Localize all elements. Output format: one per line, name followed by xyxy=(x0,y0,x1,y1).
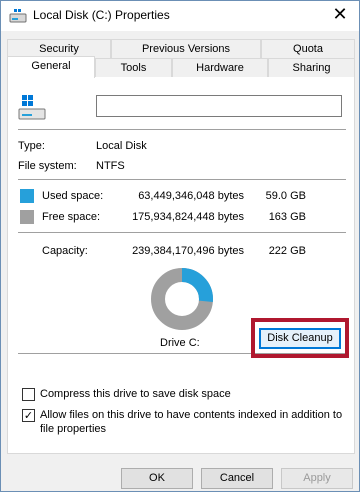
divider xyxy=(18,232,346,233)
free-space-size: 163 GB xyxy=(268,211,306,223)
drive-icon xyxy=(9,9,27,23)
capacity-size: 222 GB xyxy=(268,245,306,257)
drive-label: Drive C: xyxy=(160,337,200,349)
tab-previous-versions[interactable]: Previous Versions xyxy=(111,39,261,58)
drive-large-icon xyxy=(18,95,46,120)
divider xyxy=(18,179,346,180)
free-space-label: Free space: xyxy=(42,211,101,223)
capacity-label: Capacity: xyxy=(42,245,88,257)
tab-row-bottom: General Tools Hardware Sharing xyxy=(7,56,355,78)
cancel-button[interactable]: Cancel xyxy=(201,468,273,489)
used-space-label: Used space: xyxy=(42,190,104,202)
free-space-bytes: 175,934,824,448 bytes xyxy=(132,211,244,223)
type-label: Type: xyxy=(18,140,45,152)
drive-name-input[interactable] xyxy=(96,95,342,117)
type-value: Local Disk xyxy=(96,140,147,152)
tab-general[interactable]: General xyxy=(7,56,95,78)
disk-cleanup-button[interactable]: Disk Cleanup xyxy=(259,328,341,349)
tab-sharing[interactable]: Sharing xyxy=(268,58,355,77)
tab-quota[interactable]: Quota xyxy=(261,39,355,58)
divider xyxy=(18,129,346,130)
title-bar[interactable]: Local Disk (C:) Properties ✕ xyxy=(1,1,359,31)
ok-button[interactable]: OK xyxy=(121,468,193,489)
compress-checkbox[interactable] xyxy=(22,388,35,401)
general-panel: Type: Local Disk File system: NTFS Used … xyxy=(7,76,355,454)
index-label-line1: Allow files on this drive to have conten… xyxy=(40,409,343,421)
disk-usage-donut xyxy=(151,268,213,330)
capacity-bytes: 239,384,170,496 bytes xyxy=(132,245,244,257)
used-space-swatch xyxy=(20,189,34,203)
filesystem-label: File system: xyxy=(18,160,77,172)
window-title: Local Disk (C:) Properties xyxy=(33,8,170,22)
tab-tools[interactable]: Tools xyxy=(95,58,172,77)
compress-label: Compress this drive to save disk space xyxy=(40,388,231,400)
used-space-size: 59.0 GB xyxy=(265,190,306,202)
used-space-bytes: 63,449,346,048 bytes xyxy=(138,190,244,202)
index-label-line2: file properties xyxy=(40,423,107,435)
tab-hardware[interactable]: Hardware xyxy=(172,58,268,77)
filesystem-value: NTFS xyxy=(96,160,125,172)
index-checkbox[interactable]: ✓ xyxy=(22,409,35,422)
properties-window: Local Disk (C:) Properties ✕ Security Pr… xyxy=(0,0,360,492)
close-button[interactable]: ✕ xyxy=(327,5,353,27)
free-space-swatch xyxy=(20,210,34,224)
apply-button[interactable]: Apply xyxy=(281,468,353,489)
